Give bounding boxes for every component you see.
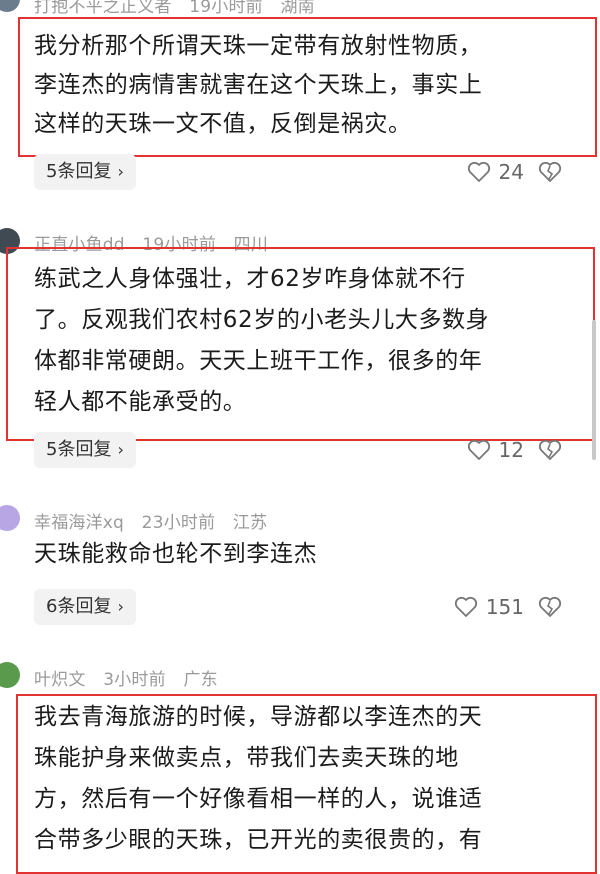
heart-outline-icon — [454, 596, 477, 617]
comment-time: 3小时前 — [103, 670, 166, 690]
like-count: 12 — [498, 438, 524, 462]
view-replies-button[interactable]: 5条回复 › — [34, 154, 136, 190]
comment-meta: 叶炽文 3小时前 广东 — [34, 665, 230, 690]
broken-heart-icon[interactable] — [538, 439, 562, 461]
like-count: 151 — [485, 595, 524, 619]
highlight-box — [18, 17, 597, 157]
broken-heart-icon[interactable] — [538, 596, 562, 618]
heart-outline-icon — [467, 161, 490, 182]
like-button[interactable]: 24 — [467, 160, 524, 184]
author-name[interactable]: 打抱不平之正义者 — [34, 0, 172, 17]
like-button[interactable]: 12 — [467, 438, 524, 462]
heart-outline-icon — [467, 439, 490, 460]
like-count: 24 — [498, 160, 524, 184]
like-button[interactable]: 151 — [454, 595, 524, 619]
comment-time: 23小时前 — [141, 513, 216, 533]
chevron-right-icon: › — [117, 440, 124, 459]
author-name[interactable]: 幸福海洋xq — [34, 513, 124, 533]
chevron-right-icon: › — [117, 162, 124, 181]
highlight-box — [6, 247, 595, 441]
view-replies-button[interactable]: 5条回复 › — [34, 432, 136, 468]
avatar[interactable] — [0, 0, 20, 12]
replies-label: 6条回复 — [46, 596, 112, 617]
comment-location: 江苏 — [232, 513, 268, 533]
comment-body: 天珠能救命也轮不到李连杰 — [34, 535, 570, 574]
replies-label: 5条回复 — [46, 161, 112, 182]
comment-location: 广东 — [183, 670, 218, 690]
avatar[interactable] — [0, 505, 20, 531]
comment-line: 天珠能救命也轮不到李连杰 — [34, 541, 318, 567]
avatar[interactable] — [0, 662, 20, 688]
broken-heart-icon[interactable] — [538, 161, 562, 183]
comment-location: 湖南 — [280, 0, 315, 17]
comment-time: 19小时前 — [189, 0, 263, 17]
highlight-box — [16, 694, 597, 874]
author-name[interactable]: 叶炽文 — [34, 670, 86, 690]
comment-meta: 打抱不平之正义者 19小时前 湖南 — [34, 0, 327, 17]
comment-meta: 幸福海洋xq 23小时前 江苏 — [34, 508, 279, 533]
replies-label: 5条回复 — [46, 439, 112, 460]
view-replies-button[interactable]: 6条回复 › — [34, 589, 136, 625]
scrollbar[interactable] — [592, 320, 596, 460]
chevron-right-icon: › — [117, 597, 124, 616]
